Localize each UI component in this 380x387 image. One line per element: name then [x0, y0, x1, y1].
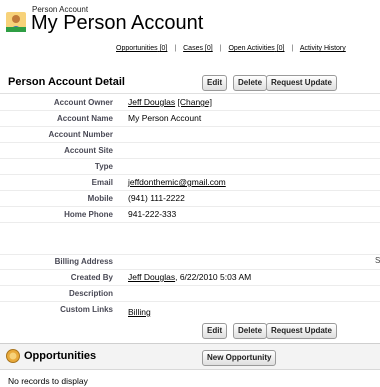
created-date: , 6/22/2010 5:03 AM — [175, 272, 252, 282]
link-open-activities[interactable]: Open Activities [0] — [228, 45, 284, 52]
field-label: Mobile — [87, 194, 113, 203]
link-opportunities[interactable]: Opportunities [0] — [116, 45, 167, 52]
section-title: Person Account Detail — [8, 76, 125, 88]
opportunities-icon — [6, 349, 20, 363]
field-value: Billing — [128, 307, 151, 317]
spacer-row — [0, 223, 380, 255]
owner-link[interactable]: Jeff Douglas — [128, 97, 175, 107]
change-owner-link[interactable]: [Change] — [177, 97, 212, 107]
link-label: Open Activities — [228, 45, 275, 52]
opportunities-section-header: Opportunities New Opportunity — [0, 343, 380, 370]
empty-message: No records to display — [8, 376, 88, 386]
person-account-icon — [6, 12, 26, 32]
field-value: Jeff Douglas, 6/22/2010 5:03 AM — [128, 272, 251, 282]
field-label: Home Phone — [64, 210, 113, 219]
field-label: Account Owner — [53, 98, 113, 107]
field-label: Email — [91, 178, 113, 187]
field-value: 941-222-333 — [128, 209, 177, 219]
request-update-button-bottom[interactable]: Request Update — [266, 323, 337, 339]
field-type: Type — [0, 159, 380, 175]
field-billing-address: Billing Address S — [0, 254, 380, 270]
field-account-site: Account Site — [0, 143, 380, 159]
field-value: jeffdonthemic@gmail.com — [128, 177, 226, 187]
link-label: Cases — [183, 45, 203, 52]
field-account-name: Account Name My Person Account — [0, 111, 380, 127]
opportunities-empty: No records to display — [0, 369, 380, 387]
field-account-number: Account Number — [0, 127, 380, 143]
billing-link[interactable]: Billing — [128, 307, 151, 317]
field-custom-links: Custom Links Billing — [0, 302, 380, 320]
field-label: Description — [68, 289, 113, 298]
request-update-button[interactable]: Request Update — [266, 75, 337, 91]
shipping-address-label-cutoff: S — [375, 256, 380, 265]
related-list-links: Opportunities [0] | Cases [0] | Open Act… — [116, 45, 380, 52]
divider — [0, 93, 380, 94]
field-label: Account Number — [48, 130, 113, 139]
field-mobile: Mobile (941) 111-2222 — [0, 191, 380, 207]
field-value: (941) 111-2222 — [128, 193, 185, 203]
link-cases[interactable]: Cases [0] — [183, 45, 213, 52]
page-header: Person Account My Person Account — [0, 0, 380, 40]
email-link[interactable]: jeffdonthemic@gmail.com — [128, 177, 226, 187]
field-label: Type — [94, 162, 113, 171]
opportunities-title: Opportunities — [24, 350, 97, 362]
field-label: Account Name — [56, 114, 113, 123]
new-opportunity-button[interactable]: New Opportunity — [202, 350, 277, 366]
field-value: Jeff Douglas [Change] — [128, 97, 212, 107]
link-count: [0] — [159, 45, 168, 52]
link-label: Opportunities — [116, 45, 158, 52]
field-created-by: Created By Jeff Douglas, 6/22/2010 5:03 … — [0, 270, 380, 286]
edit-button[interactable]: Edit — [202, 75, 228, 91]
edit-button-bottom[interactable]: Edit — [202, 323, 228, 339]
field-label: Account Site — [64, 146, 113, 155]
field-home-phone: Home Phone 941-222-333 — [0, 207, 380, 223]
detail-section-header: Person Account Detail Edit Delete Reques… — [0, 72, 380, 91]
field-description: Description — [0, 286, 380, 302]
link-label: Activity History — [299, 45, 346, 52]
link-activity-history[interactable]: Activity History — [300, 45, 346, 52]
created-by-link[interactable]: Jeff Douglas — [128, 272, 175, 282]
field-label: Billing Address — [54, 257, 113, 266]
divider: | — [291, 45, 294, 52]
divider: | — [219, 45, 222, 52]
page-title: My Person Account — [31, 12, 204, 34]
link-count: [0] — [204, 45, 213, 52]
field-email: Email jeffdonthemic@gmail.com — [0, 175, 380, 191]
delete-button[interactable]: Delete — [233, 75, 268, 91]
link-count: [0] — [276, 45, 285, 52]
field-value: My Person Account — [128, 113, 202, 123]
field-label: Created By — [70, 273, 113, 282]
delete-button-bottom[interactable]: Delete — [233, 323, 268, 339]
field-account-owner: Account Owner Jeff Douglas [Change] — [0, 95, 380, 111]
field-label: Custom Links — [60, 305, 113, 314]
divider: | — [174, 45, 177, 52]
